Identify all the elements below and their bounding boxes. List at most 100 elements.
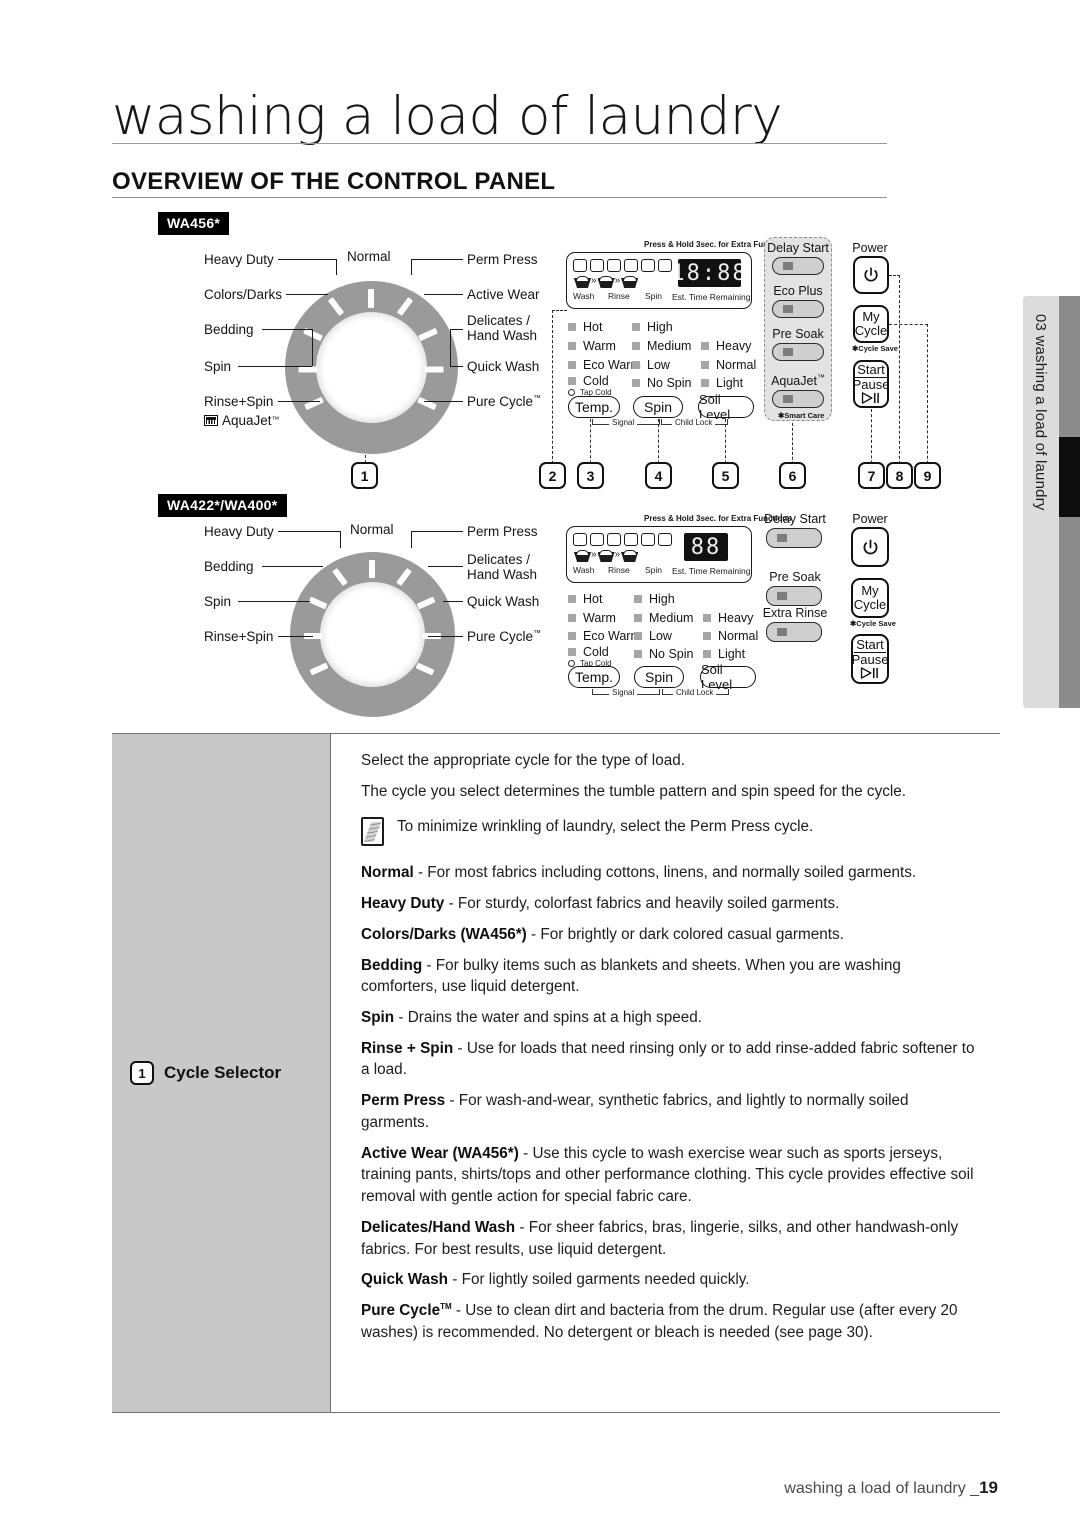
temp-button-2[interactable]: Temp. — [568, 666, 620, 688]
dial2-label-normal: Normal — [350, 522, 394, 537]
temp-led-eco-warm-1: Eco Warm — [568, 358, 641, 372]
rinse-basket-icon — [598, 276, 613, 287]
dial1-label-spin: Spin — [204, 359, 232, 374]
soil-level-button-2[interactable]: Soil Level — [700, 662, 756, 692]
delay-start-button-1[interactable] — [772, 257, 824, 275]
dial1-label-perm-press: Perm Press — [467, 252, 538, 267]
dial2-label-pure-cycle: Pure Cycle™ — [467, 628, 542, 644]
cycle-description-item: Perm Press - For wash-and-wear, syntheti… — [361, 1090, 980, 1133]
desc-note-text: To minimize wrinkling of laundry, select… — [397, 818, 814, 836]
temp-led-warm-2: Warm — [568, 611, 616, 625]
wash-basket-icon-2 — [574, 550, 590, 561]
soil-level-button-1[interactable]: Soil Level — [698, 392, 754, 422]
my-cycle-button-1[interactable]: My Cycle — [853, 305, 889, 343]
cycle-description-term: Quick Wash — [361, 1271, 448, 1289]
dial2-label-bedding: Bedding — [204, 559, 254, 574]
start-pause-button-1[interactable]: Start Pause — [853, 360, 889, 408]
dial1-label-rinse-spin: Rinse+Spin — [204, 394, 274, 409]
pre-soak-button-2[interactable] — [766, 586, 822, 606]
cycle-description-item: Spin - Drains the water and spins at a h… — [361, 1007, 980, 1029]
display-icon-row-1 — [573, 259, 672, 272]
note-icon — [361, 817, 384, 847]
start-label-2: Start — [854, 636, 886, 653]
cycle-description-term: Rinse + Spin — [361, 1039, 454, 1057]
led-caption-1: Est. Time Remaining — [672, 292, 751, 302]
footer-page-number: 19 — [979, 1478, 998, 1497]
cycle-description-term: Spin — [361, 1009, 395, 1027]
page-title: washing a load of laundry — [112, 86, 783, 147]
description-label-cell: 1 Cycle Selector — [112, 734, 331, 1412]
stage-icons-1: » » — [574, 275, 637, 287]
extra-rinse-button-2[interactable] — [766, 622, 822, 642]
cycle-selector-dial-wa456[interactable] — [285, 281, 458, 454]
eco-plus-button-1[interactable] — [772, 300, 824, 318]
chapter-tab: 03 washing a load of laundry — [1023, 296, 1059, 708]
spin-led-low-2: Low — [634, 629, 672, 643]
callout-1: 1 — [351, 462, 378, 489]
power-button-1[interactable] — [853, 256, 889, 294]
temp-led-cold-2: Cold — [568, 645, 609, 659]
dial2-label-delicates-b: Hand Wash — [467, 567, 538, 583]
dial1-label-active-wear: Active Wear — [467, 287, 540, 302]
cycle-description-item: Active Wear (WA456*) - Use this cycle to… — [361, 1143, 980, 1208]
side-bar-marker — [1059, 437, 1080, 517]
wash-basket-icon — [574, 276, 590, 287]
stage-icons-2: » » — [574, 550, 637, 561]
cycle-description-item: Quick Wash - For lightly soiled garments… — [361, 1269, 980, 1291]
power-button-2[interactable] — [851, 527, 889, 567]
cycle-selector-dial-wa422[interactable] — [290, 552, 455, 717]
temp-button-1[interactable]: Temp. — [568, 396, 620, 418]
cycle-description-text: - For most fabrics including cottons, li… — [413, 864, 917, 882]
my-cycle-label-a-1: My — [862, 309, 880, 325]
my-cycle-button-2[interactable]: My Cycle — [851, 578, 889, 618]
desc-note-row: To minimize wrinkling of laundry, select… — [361, 816, 980, 847]
section-heading: OVERVIEW OF THE CONTROL PANEL — [112, 168, 556, 195]
cycle-description-list: Normal - For most fabrics including cott… — [361, 862, 980, 1343]
cycle-description-term: Colors/Darks (WA456*) — [361, 925, 527, 943]
signal-bracket-label-2: Signal — [609, 688, 638, 697]
callout-7: 7 — [858, 462, 885, 489]
start-pause-icon-2 — [860, 667, 878, 679]
spin-button-2[interactable]: Spin — [634, 666, 684, 688]
dial2-label-delicates-a: Delicates / — [467, 552, 531, 567]
pause-label-2: Pause — [851, 651, 889, 667]
callout-4: 4 — [645, 462, 672, 489]
pre-soak-button-1[interactable] — [772, 343, 824, 361]
aquajet-button-1[interactable] — [772, 390, 824, 408]
child-lock-icon-2 — [624, 533, 638, 546]
delay-start-label-1: Delay Start — [767, 241, 829, 255]
spin-basket-icon-2 — [621, 550, 637, 561]
spin-led-high-1: High — [632, 320, 673, 334]
power-icon — [864, 267, 878, 282]
trademark-mark: TM — [440, 1301, 452, 1311]
temp-led-warm-1: Warm — [568, 339, 616, 353]
start-pause-button-2[interactable]: Start Pause — [851, 634, 889, 684]
spin-button-1[interactable]: Spin — [633, 396, 683, 418]
cycle-description-item: Rinse + Spin - Use for loads that need r… — [361, 1038, 980, 1081]
cycle-description-term: Normal — [361, 864, 414, 882]
dial1-label-heavy-duty: Heavy Duty — [204, 252, 274, 267]
dial2-label-perm-press: Perm Press — [467, 524, 538, 539]
led-display-1: 18:88 — [671, 259, 748, 287]
temp-led-hot-2: Hot — [568, 592, 602, 606]
soil-led-light-2: Light — [703, 647, 745, 661]
aquajet-label-1: AquaJet™ — [771, 373, 825, 389]
eco-icon — [590, 259, 604, 272]
stage-label-spin-2: Spin — [645, 565, 663, 575]
delay-start-button-2[interactable] — [766, 528, 822, 548]
cycle-description-term: Heavy Duty — [361, 895, 445, 913]
my-cycle-label-a-2: My — [861, 583, 879, 599]
soil-led-normal-2: Normal — [703, 629, 758, 643]
cycle-save-note-1: ✱Cycle Save — [852, 344, 898, 353]
my-cycle-label-b-2: Cycle — [853, 597, 887, 612]
cycle-description-text: - For lightly soiled garments needed qui… — [448, 1271, 750, 1289]
model-badge-wa422: WA422*/WA400* — [158, 494, 287, 517]
arrow-icon-2: » — [614, 275, 620, 286]
dial1-label-colors-darks: Colors/Darks — [204, 287, 283, 302]
dial1-label-aquajet: AquaJet ™ — [204, 413, 280, 428]
stage-label-rinse-1: Rinse — [608, 291, 630, 301]
display-icon-row-2 — [573, 533, 672, 546]
child-lock-bracket-label-2: Child Lock — [673, 688, 717, 697]
dial2-label-delicates: Delicates / Hand Wash — [467, 552, 537, 582]
power-label-1: Power — [852, 241, 888, 255]
